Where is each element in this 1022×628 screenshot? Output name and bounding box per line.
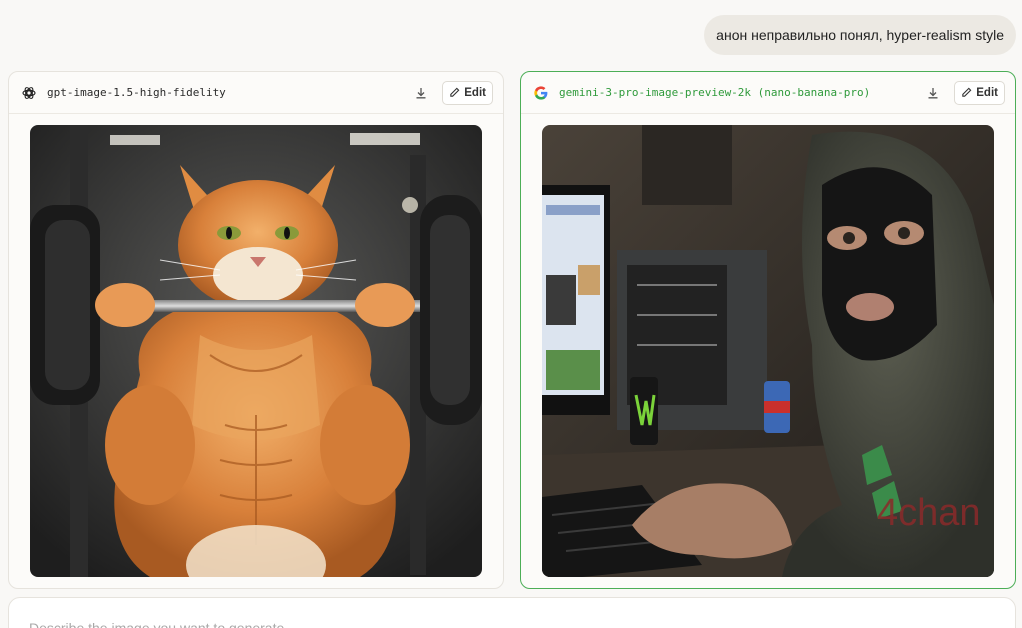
download-icon[interactable] — [922, 82, 944, 104]
pencil-icon — [962, 87, 972, 97]
svg-text:4chan: 4chan — [877, 492, 981, 534]
download-icon[interactable] — [410, 82, 432, 104]
result-panel-left: gpt-image-1.5-high-fidelity Edit — [8, 71, 504, 589]
pencil-icon — [450, 87, 460, 97]
user-message-bubble: анон неправильно понял, hyper-realism st… — [704, 15, 1016, 55]
edit-label: Edit — [464, 86, 486, 99]
openai-logo-icon — [21, 85, 37, 101]
generated-image[interactable]: 4chan — [542, 125, 994, 577]
result-panel-right: gemini-3-pro-image-preview-2k (nano-bana… — [520, 71, 1016, 589]
google-logo-icon — [533, 85, 549, 101]
prompt-input[interactable] — [29, 620, 929, 628]
panel-header: gemini-3-pro-image-preview-2k (nano-bana… — [521, 72, 1015, 114]
generated-image[interactable] — [30, 125, 482, 577]
edit-button[interactable]: Edit — [954, 80, 1005, 105]
model-name: gpt-image-1.5-high-fidelity — [47, 86, 226, 99]
model-name: gemini-3-pro-image-preview-2k (nano-bana… — [559, 86, 871, 99]
prompt-composer — [8, 597, 1016, 628]
edit-label: Edit — [976, 86, 998, 99]
panel-header: gpt-image-1.5-high-fidelity Edit — [9, 72, 503, 114]
edit-button[interactable]: Edit — [442, 80, 493, 105]
